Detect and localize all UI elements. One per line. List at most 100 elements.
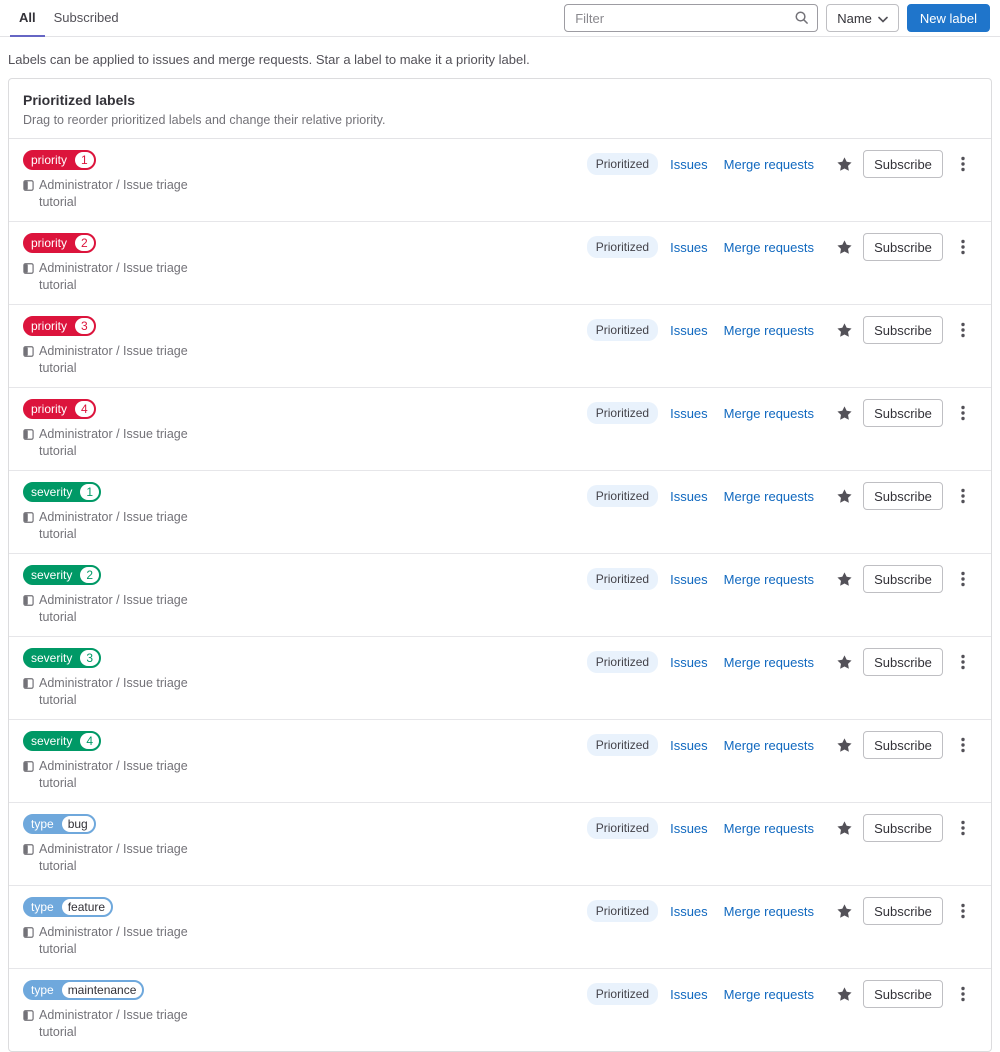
- issues-link[interactable]: Issues: [670, 572, 708, 587]
- star-icon[interactable]: [836, 571, 853, 588]
- label-project: Administrator / Issue triage tutorial: [39, 676, 188, 707]
- label-actions: Prioritized Issues Merge requests Subscr…: [586, 316, 967, 344]
- label-pill[interactable]: severity 1: [23, 482, 102, 502]
- kebab-menu-icon[interactable]: [959, 650, 967, 674]
- kebab-menu-icon[interactable]: [959, 484, 967, 508]
- project-icon: [23, 262, 34, 294]
- label-row[interactable]: type maintenance Administrator / Issue t…: [9, 968, 991, 1051]
- kebab-menu-icon[interactable]: [959, 152, 967, 176]
- label-value: 1: [75, 152, 94, 168]
- label-row[interactable]: severity 4 Administrator / Issue triage …: [9, 719, 991, 802]
- label-actions: Prioritized Issues Merge requests Subscr…: [586, 731, 967, 759]
- kebab-menu-icon[interactable]: [959, 733, 967, 757]
- merge-requests-link[interactable]: Merge requests: [724, 987, 814, 1002]
- star-icon[interactable]: [836, 322, 853, 339]
- merge-requests-link[interactable]: Merge requests: [724, 738, 814, 753]
- kebab-menu-icon[interactable]: [959, 899, 967, 923]
- label-pill[interactable]: priority 1: [23, 150, 96, 170]
- label-row[interactable]: priority 1 Administrator / Issue triage …: [9, 139, 991, 221]
- tab-subscribed[interactable]: Subscribed: [45, 0, 128, 37]
- kebab-menu-icon[interactable]: [959, 567, 967, 591]
- tab-all[interactable]: All: [10, 0, 45, 37]
- subscribe-button[interactable]: Subscribe: [863, 150, 943, 178]
- label-row[interactable]: priority 3 Administrator / Issue triage …: [9, 304, 991, 387]
- label-info: severity 3 Administrator / Issue triage …: [23, 648, 218, 709]
- subscribe-button[interactable]: Subscribe: [863, 648, 943, 676]
- issues-link[interactable]: Issues: [670, 738, 708, 753]
- issues-link[interactable]: Issues: [670, 987, 708, 1002]
- subscribe-button[interactable]: Subscribe: [863, 814, 943, 842]
- project-icon: [23, 677, 34, 709]
- subscribe-button[interactable]: Subscribe: [863, 897, 943, 925]
- label-project: Administrator / Issue triage tutorial: [39, 261, 188, 292]
- merge-requests-link[interactable]: Merge requests: [724, 489, 814, 504]
- merge-requests-link[interactable]: Merge requests: [724, 904, 814, 919]
- label-pill[interactable]: priority 3: [23, 316, 96, 336]
- issues-link[interactable]: Issues: [670, 323, 708, 338]
- star-icon[interactable]: [836, 737, 853, 754]
- star-icon[interactable]: [836, 156, 853, 173]
- issues-link[interactable]: Issues: [670, 240, 708, 255]
- star-icon[interactable]: [836, 903, 853, 920]
- subscribe-button[interactable]: Subscribe: [863, 399, 943, 427]
- label-pill[interactable]: type bug: [23, 814, 96, 834]
- kebab-menu-icon[interactable]: [959, 235, 967, 259]
- issues-link[interactable]: Issues: [670, 157, 708, 172]
- label-row[interactable]: type bug Administrator / Issue triage tu…: [9, 802, 991, 885]
- subscribe-button[interactable]: Subscribe: [863, 233, 943, 261]
- subscribe-button[interactable]: Subscribe: [863, 565, 943, 593]
- kebab-menu-icon[interactable]: [959, 401, 967, 425]
- label-pill[interactable]: type maintenance: [23, 980, 145, 1000]
- label-scope: severity: [31, 568, 73, 582]
- label-value: bug: [61, 816, 94, 832]
- label-pill[interactable]: type feature: [23, 897, 114, 917]
- merge-requests-link[interactable]: Merge requests: [724, 323, 814, 338]
- label-row[interactable]: severity 3 Administrator / Issue triage …: [9, 636, 991, 719]
- subscribe-button[interactable]: Subscribe: [863, 316, 943, 344]
- merge-requests-link[interactable]: Merge requests: [724, 655, 814, 670]
- prioritized-badge: Prioritized: [586, 734, 659, 756]
- star-icon[interactable]: [836, 405, 853, 422]
- issues-link[interactable]: Issues: [670, 821, 708, 836]
- merge-requests-link[interactable]: Merge requests: [724, 240, 814, 255]
- label-row[interactable]: priority 4 Administrator / Issue triage …: [9, 387, 991, 470]
- merge-requests-link[interactable]: Merge requests: [724, 406, 814, 421]
- merge-requests-link[interactable]: Merge requests: [724, 572, 814, 587]
- new-label-button[interactable]: New label: [906, 4, 990, 32]
- issues-link[interactable]: Issues: [670, 904, 708, 919]
- label-project-path: Administrator / Issue triage tutorial: [23, 1007, 218, 1041]
- issues-link[interactable]: Issues: [670, 489, 708, 504]
- label-pill[interactable]: severity 3: [23, 648, 102, 668]
- merge-requests-link[interactable]: Merge requests: [724, 821, 814, 836]
- kebab-menu-icon[interactable]: [959, 816, 967, 840]
- label-project: Administrator / Issue triage tutorial: [39, 925, 188, 956]
- label-list: priority 1 Administrator / Issue triage …: [9, 139, 991, 1051]
- page-description: Labels can be applied to issues and merg…: [8, 52, 530, 67]
- subscribe-button[interactable]: Subscribe: [863, 482, 943, 510]
- star-icon[interactable]: [836, 820, 853, 837]
- kebab-menu-icon[interactable]: [959, 982, 967, 1006]
- label-row[interactable]: type feature Administrator / Issue triag…: [9, 885, 991, 968]
- subscribe-button[interactable]: Subscribe: [863, 731, 943, 759]
- filter-input[interactable]: [564, 4, 819, 32]
- label-pill[interactable]: priority 4: [23, 399, 96, 419]
- label-pill[interactable]: severity 4: [23, 731, 102, 751]
- label-project-path: Administrator / Issue triage tutorial: [23, 758, 218, 792]
- label-row[interactable]: priority 2 Administrator / Issue triage …: [9, 221, 991, 304]
- star-icon[interactable]: [836, 654, 853, 671]
- star-icon[interactable]: [836, 239, 853, 256]
- label-row[interactable]: severity 1 Administrator / Issue triage …: [9, 470, 991, 553]
- star-icon[interactable]: [836, 986, 853, 1003]
- issues-link[interactable]: Issues: [670, 655, 708, 670]
- merge-requests-link[interactable]: Merge requests: [724, 157, 814, 172]
- kebab-menu-icon[interactable]: [959, 318, 967, 342]
- sort-dropdown[interactable]: Name: [826, 4, 899, 32]
- star-icon[interactable]: [836, 488, 853, 505]
- issues-link[interactable]: Issues: [670, 406, 708, 421]
- subscribe-button[interactable]: Subscribe: [863, 980, 943, 1008]
- label-pill[interactable]: priority 2: [23, 233, 96, 253]
- label-pill[interactable]: severity 2: [23, 565, 102, 585]
- label-project-path: Administrator / Issue triage tutorial: [23, 592, 218, 626]
- label-row[interactable]: severity 2 Administrator / Issue triage …: [9, 553, 991, 636]
- prioritized-badge: Prioritized: [586, 900, 659, 922]
